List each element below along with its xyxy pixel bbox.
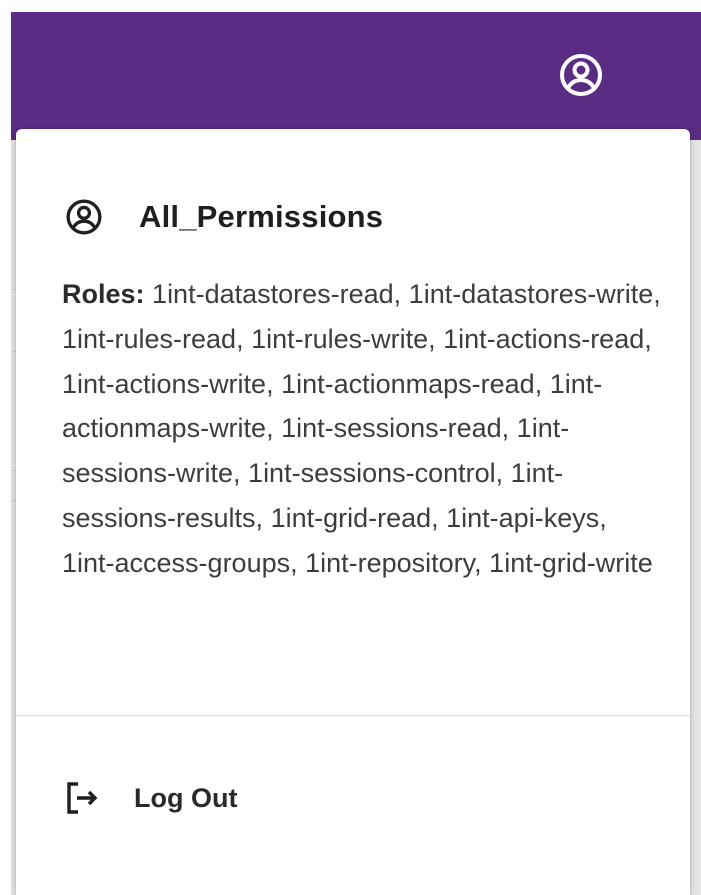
- roles-text: Roles: 1int-datastores-read, 1int-datast…: [62, 272, 662, 586]
- roles-label: Roles:: [62, 279, 145, 309]
- logout-button[interactable]: Log Out: [58, 771, 257, 825]
- logout-label: Log Out: [134, 782, 238, 813]
- user-header: All_Permissions: [64, 197, 383, 237]
- user-menu-panel: All_Permissions Roles: 1int-datastores-r…: [16, 129, 690, 895]
- account-circle-icon: [64, 197, 104, 237]
- menu-divider: [16, 715, 690, 716]
- roles-value: 1int-datastores-read, 1int-datastores-wr…: [62, 279, 661, 578]
- page-top-edge: [0, 0, 701, 12]
- account-circle-icon: [560, 54, 602, 96]
- logout-icon: [58, 778, 106, 818]
- account-button[interactable]: [556, 50, 606, 100]
- username: All_Permissions: [139, 199, 384, 234]
